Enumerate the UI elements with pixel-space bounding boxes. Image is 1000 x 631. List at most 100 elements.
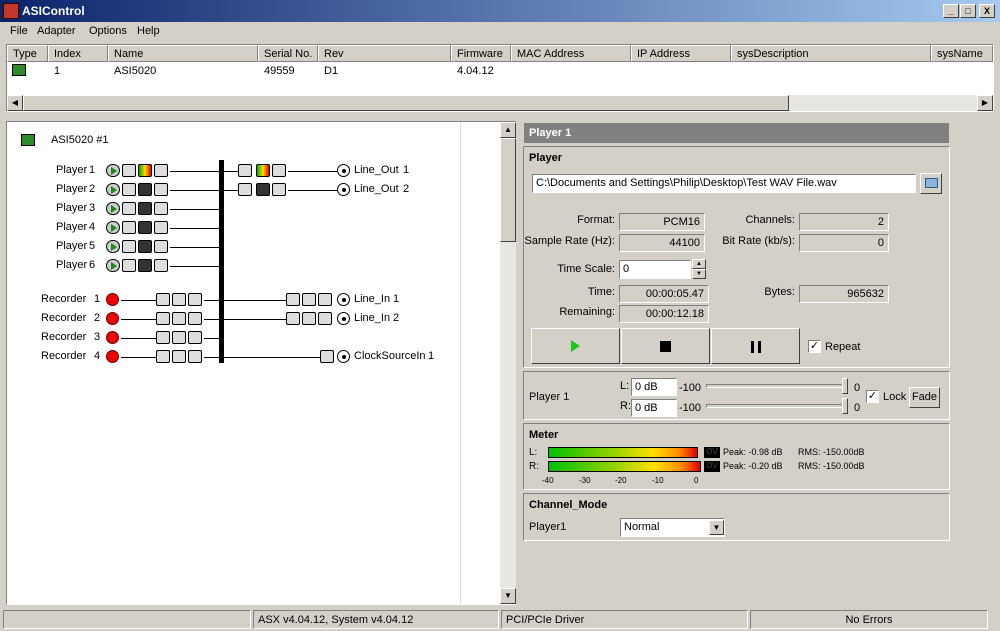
topology-scrollbar[interactable]: ▲ ▼ [500,122,516,604]
player-format-icon [154,202,168,215]
linein-mute-icon [302,293,316,306]
play-icon[interactable] [106,202,120,215]
player-output-icon [122,240,136,253]
record-icon[interactable] [106,312,119,325]
play-icon[interactable] [106,259,120,272]
file-path-field[interactable]: C:\Documents and Settings\Philip\Desktop… [532,174,916,193]
adapter-label: ASI5020 #1 [51,134,109,146]
linein-connector-icon[interactable] [337,312,350,325]
player-num: 1 [89,164,96,176]
linein-mute-icon [302,312,316,325]
column-header-rev[interactable]: Rev [318,45,451,62]
recorder-bus-line [204,319,219,320]
status-driver: PCI/PCIe Driver [501,610,748,629]
menu-file[interactable]: File [10,25,28,37]
recorder-output-icon [156,293,170,306]
column-header-firmware[interactable]: Firmware [451,45,511,62]
adapter-name[interactable]: ASI5020 [114,65,156,77]
linein-meter-icon [286,293,300,306]
channels-label: Channels: [745,214,795,226]
lock-checkbox[interactable]: ✓ [866,390,879,403]
volume-r-max: 0 [854,402,861,414]
lineout-line [224,171,238,172]
scroll-right-button[interactable]: ▶ [977,95,993,111]
play-icon[interactable] [106,164,120,177]
scroll-left-button[interactable]: ◀ [7,95,23,111]
lineout-connector-icon[interactable] [337,164,350,177]
column-header-mac[interactable]: MAC Address [511,45,631,62]
time-scale-up-button[interactable]: ▲ [692,259,706,269]
adapter-list-scrollbar[interactable]: ◀ ▶ [7,95,993,111]
player-output-icon [122,202,136,215]
time-scale-input[interactable]: 0 [619,260,691,279]
recorder-num: 2 [94,312,101,324]
close-button[interactable]: X [979,4,995,18]
lineout-volume-icon [272,164,286,177]
adapter-firmware[interactable]: 4.04.12 [457,65,494,77]
chevron-down-icon[interactable]: ▼ [709,520,724,535]
menu-adapter[interactable]: Adapter [37,25,76,37]
lineout-connector-icon[interactable] [337,183,350,196]
adapter-rev[interactable]: D1 [324,65,338,77]
volume-section: Player 1 L: 0 dB -100 0 R: 0 dB -100 0 ✓… [523,371,950,420]
adapter-serial[interactable]: 49559 [264,65,295,77]
minimize-button[interactable]: _ [943,4,959,18]
volume-player-label: Player 1 [529,391,570,403]
recorder-name: Recorder [41,331,87,343]
player-panel-header: Player 1 [524,123,949,143]
format-value: PCM16 [619,213,705,231]
stop-button[interactable] [621,328,710,364]
menu-options[interactable]: Options [89,25,127,37]
linein-num: 1 [393,293,400,305]
record-icon[interactable] [106,350,119,363]
play-icon[interactable] [106,221,120,234]
column-header-name[interactable]: Name [108,45,258,62]
lineout-link [288,190,337,191]
recorder-name: Recorder [41,293,87,305]
stop-icon [660,341,671,352]
mix-bus [219,160,224,363]
fade-button[interactable]: Fade [909,387,940,408]
player-meter-icon [138,221,152,234]
record-icon[interactable] [106,331,119,344]
volume-l-input[interactable]: 0 dB [631,378,677,396]
browse-button[interactable] [920,173,942,194]
scroll-up-button[interactable]: ▲ [500,122,516,138]
column-header-sysdescription[interactable]: sysDescription [731,45,931,62]
play-button[interactable] [531,328,620,364]
column-header-index[interactable]: Index [48,45,108,62]
lock-label: Lock [883,391,907,403]
clock-connector-icon[interactable] [337,350,350,363]
topology-scroll-thumb[interactable] [500,138,516,242]
status-panel-empty [3,610,251,629]
pause-button[interactable] [711,328,800,364]
pane-spacer [460,122,500,604]
recorder-name: Recorder [41,350,87,362]
linein-connector-icon[interactable] [337,293,350,306]
volume-l-track [706,384,848,388]
menu-help[interactable]: Help [137,25,160,37]
maximize-button[interactable]: □ [960,4,976,18]
recorder-format-icon [172,293,186,306]
player-line [170,247,219,248]
play-icon[interactable] [106,240,120,253]
volume-r-input[interactable]: 0 dB [631,399,677,417]
lineout-volume-icon [272,183,286,196]
adapter-index[interactable]: 1 [54,65,60,77]
play-icon[interactable] [106,183,120,196]
volume-l-label: L: [620,380,630,392]
scroll-thumb[interactable] [23,95,789,111]
repeat-checkbox[interactable]: ✓ [808,340,821,353]
volume-l-slider[interactable] [842,378,848,394]
volume-r-slider[interactable] [842,398,848,414]
record-icon[interactable] [106,293,119,306]
player-meter-icon [138,202,152,215]
column-header-serial[interactable]: Serial No. [258,45,318,62]
column-header-type[interactable]: Type [7,45,48,62]
clock-num: 1 [428,350,435,362]
time-scale-down-button[interactable]: ▼ [692,269,706,279]
scroll-down-button[interactable]: ▼ [500,588,516,604]
column-header-sysname[interactable]: sysName [931,45,993,62]
player-output-icon [122,221,136,234]
column-header-ip[interactable]: IP Address [631,45,731,62]
